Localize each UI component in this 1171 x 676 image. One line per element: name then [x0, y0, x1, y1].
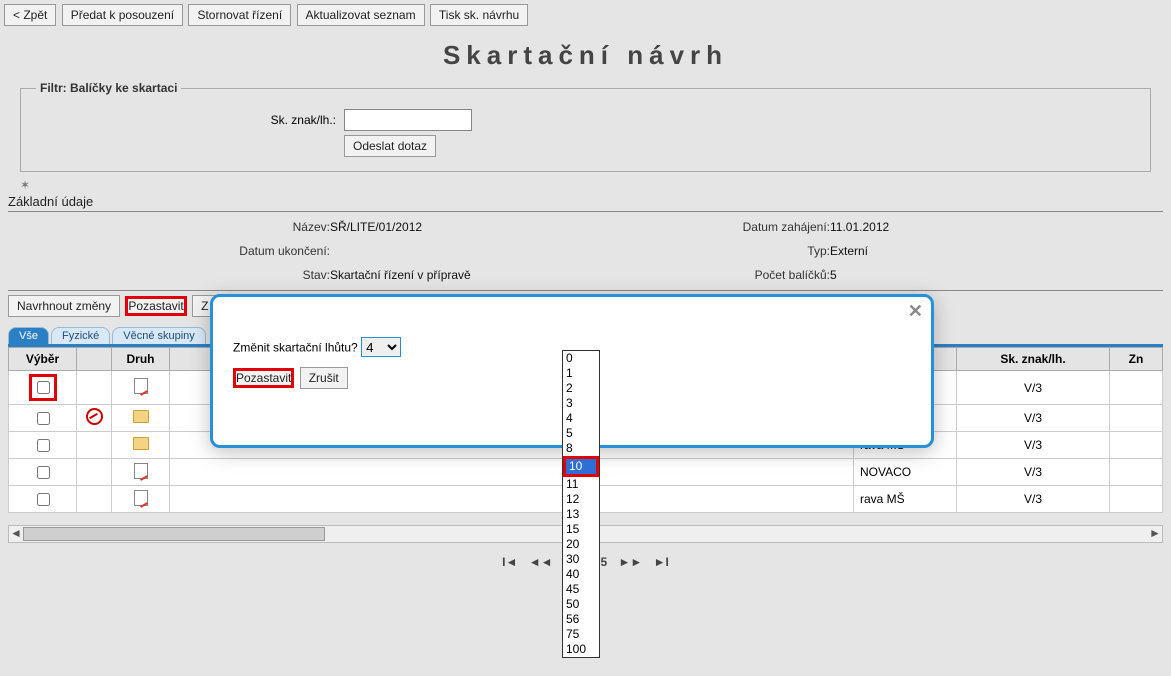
typ-value: Externí	[830, 244, 1161, 258]
cell-right1: rava MŠ	[854, 486, 957, 513]
folder-icon	[133, 437, 149, 450]
pocet-value: 5	[830, 268, 1161, 282]
modal-zrusit-button[interactable]: Zrušit	[300, 367, 348, 389]
modal-label: Změnit skartační lhůtu?	[233, 341, 358, 355]
th-vyber: Výběr	[9, 348, 77, 371]
row-checkbox[interactable]	[37, 412, 50, 425]
pager-last-icon[interactable]: ►I	[654, 555, 669, 569]
lhuta-option[interactable]: 100	[563, 642, 599, 657]
pager-next-icon[interactable]: ►►	[619, 555, 643, 569]
filter-fieldset: Filtr: Balíčky ke skartaci Sk. znak/lh.:…	[20, 81, 1151, 172]
cell-znak: V/3	[957, 405, 1110, 432]
pozastavit-button[interactable]: Pozastavit	[125, 296, 186, 316]
cell-right1: NOVACO	[854, 459, 957, 486]
tisk-button[interactable]: Tisk sk. návrhu	[430, 4, 528, 26]
lhuta-option[interactable]: 13	[563, 507, 599, 522]
row-checkbox[interactable]	[37, 439, 50, 452]
th-zn: Zn	[1110, 348, 1163, 371]
nazev-value: SŘ/LITE/01/2012	[330, 220, 610, 234]
lhuta-option[interactable]: 15	[563, 522, 599, 537]
lhuta-option[interactable]: 12	[563, 492, 599, 507]
znak-label: Sk. znak/lh.:	[36, 113, 344, 127]
document-icon	[134, 490, 148, 506]
cell-znak: V/3	[957, 486, 1110, 513]
nazev-label: Název:	[10, 220, 330, 234]
datumu-value	[330, 244, 610, 258]
stornovat-button[interactable]: Stornovat řízení	[188, 4, 291, 26]
lhuta-select[interactable]: 4	[361, 337, 401, 357]
lhuta-option[interactable]: 5	[563, 426, 599, 441]
lhuta-option[interactable]: 3	[563, 396, 599, 411]
lhuta-option[interactable]: 0	[563, 351, 599, 366]
datumu-label: Datum ukončení:	[10, 244, 330, 258]
lhuta-option[interactable]: 40	[563, 567, 599, 582]
tab-vse[interactable]: Vše	[8, 327, 49, 344]
document-icon	[134, 463, 148, 479]
section-title: Základní údaje	[8, 194, 1163, 209]
modal-pozastavit-button[interactable]: Pozastavit	[233, 368, 294, 388]
lhuta-option[interactable]: 20	[563, 537, 599, 552]
lhuta-option[interactable]: 4	[563, 411, 599, 426]
scroll-thumb[interactable]	[23, 527, 325, 541]
znak-input[interactable]	[344, 109, 472, 131]
cell-znak: V/3	[957, 432, 1110, 459]
pocet-label: Počet balíčků:	[610, 268, 830, 282]
lhuta-option[interactable]: 50	[563, 597, 599, 612]
th-blank	[77, 348, 112, 371]
info-grid: Název: SŘ/LITE/01/2012 Datum zahájení: 1…	[0, 212, 1171, 290]
row-checkbox[interactable]	[37, 466, 50, 479]
lhuta-option[interactable]: 30	[563, 552, 599, 567]
close-icon[interactable]: ✕	[908, 301, 923, 322]
lhuta-dropdown-list[interactable]: 0123458101112131520304045505675100	[562, 350, 600, 658]
back-button[interactable]: < Zpět	[4, 4, 56, 26]
expand-icon[interactable]: ✶	[20, 178, 1151, 192]
lhuta-option[interactable]: 56	[563, 612, 599, 627]
row-checkbox-highlight[interactable]	[29, 374, 57, 401]
th-druh: Druh	[112, 348, 170, 371]
th-znak: Sk. znak/lh.	[957, 348, 1110, 371]
filter-legend: Filtr: Balíčky ke skartaci	[36, 81, 181, 95]
stav-value: Skartační řízení v přípravě	[330, 268, 610, 282]
lhuta-option[interactable]: 45	[563, 582, 599, 597]
datumz-label: Datum zahájení:	[610, 220, 830, 234]
pager-prev-icon[interactable]: ◄◄	[529, 555, 553, 569]
tab-vecne[interactable]: Věcné skupiny	[112, 327, 206, 344]
folder-icon	[133, 410, 149, 423]
lhuta-option[interactable]: 2	[563, 381, 599, 396]
block-icon	[86, 408, 103, 425]
page-title: Skartační návrh	[0, 40, 1171, 71]
scroll-left-icon[interactable]: ◄	[9, 526, 23, 540]
document-icon	[134, 378, 148, 394]
typ-label: Typ:	[610, 244, 830, 258]
top-toolbar: < Zpět Předat k posouzení Stornovat říze…	[0, 0, 1171, 30]
stav-label: Stav:	[10, 268, 330, 282]
predat-button[interactable]: Předat k posouzení	[62, 4, 183, 26]
lhuta-option[interactable]: 10	[563, 456, 599, 477]
scroll-right-icon[interactable]: ►	[1148, 526, 1162, 540]
lhuta-option[interactable]: 1	[563, 366, 599, 381]
pager-first-icon[interactable]: I◄	[502, 555, 517, 569]
tab-fyzicke[interactable]: Fyzické	[51, 327, 110, 344]
row-checkbox[interactable]	[37, 493, 50, 506]
datumz-value: 11.01.2012	[830, 220, 1161, 234]
lhuta-option[interactable]: 8	[563, 441, 599, 456]
lhuta-option[interactable]: 75	[563, 627, 599, 642]
navrhnout-button[interactable]: Navrhnout změny	[8, 295, 120, 317]
cell-znak: V/3	[957, 459, 1110, 486]
odeslat-button[interactable]: Odeslat dotaz	[344, 135, 436, 157]
aktualizovat-button[interactable]: Aktualizovat seznam	[297, 4, 425, 26]
lhuta-option[interactable]: 11	[563, 477, 599, 492]
cell-znak: V/3	[957, 371, 1110, 405]
